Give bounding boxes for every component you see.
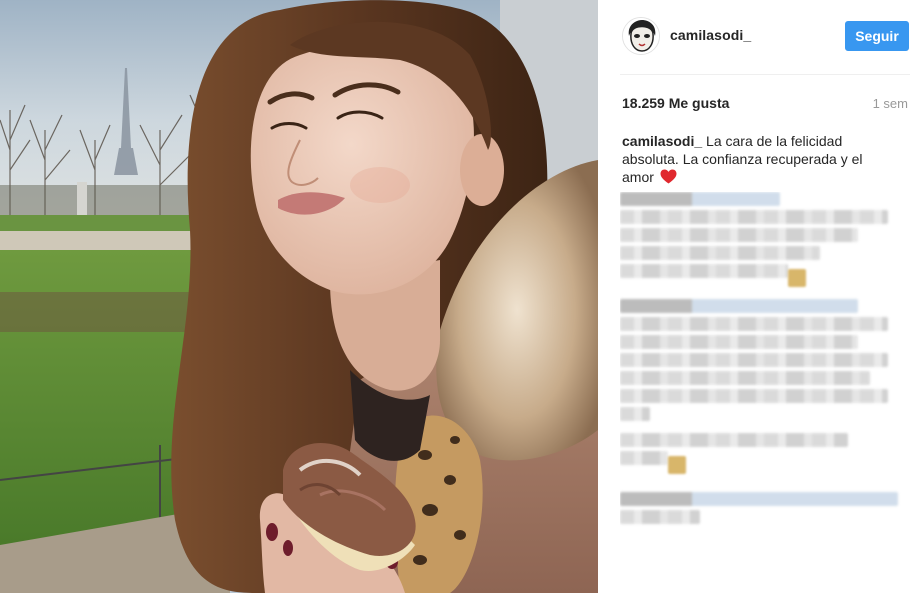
post-photo-illustration	[0, 0, 598, 593]
comment-blurred	[620, 192, 912, 287]
avatar[interactable]	[622, 17, 660, 55]
emoji-icon	[668, 455, 686, 474]
follow-button[interactable]: Seguir	[845, 21, 909, 51]
avatar-illustration-icon	[623, 18, 659, 54]
header-divider	[620, 74, 910, 75]
comments-list	[620, 192, 912, 593]
post-details-panel: camilasodi_ Seguir 18.259 Me gusta 1 sem…	[598, 0, 918, 593]
post-time[interactable]: 1 sem	[873, 96, 908, 111]
comment-blurred	[620, 433, 912, 474]
likes-count[interactable]: 18.259 Me gusta	[622, 95, 729, 111]
post-username[interactable]: camilasodi_	[670, 27, 751, 43]
post-photo[interactable]	[0, 0, 598, 593]
comment-blurred	[620, 492, 912, 524]
emoji-icon	[788, 268, 806, 287]
heart-icon	[660, 169, 677, 184]
post-header: camilasodi_ Seguir	[598, 0, 918, 74]
comment-blurred	[620, 299, 912, 421]
post-caption: camilasodi_ La cara de la felicidad abso…	[622, 132, 892, 186]
caption-username[interactable]: camilasodi_	[622, 133, 702, 149]
